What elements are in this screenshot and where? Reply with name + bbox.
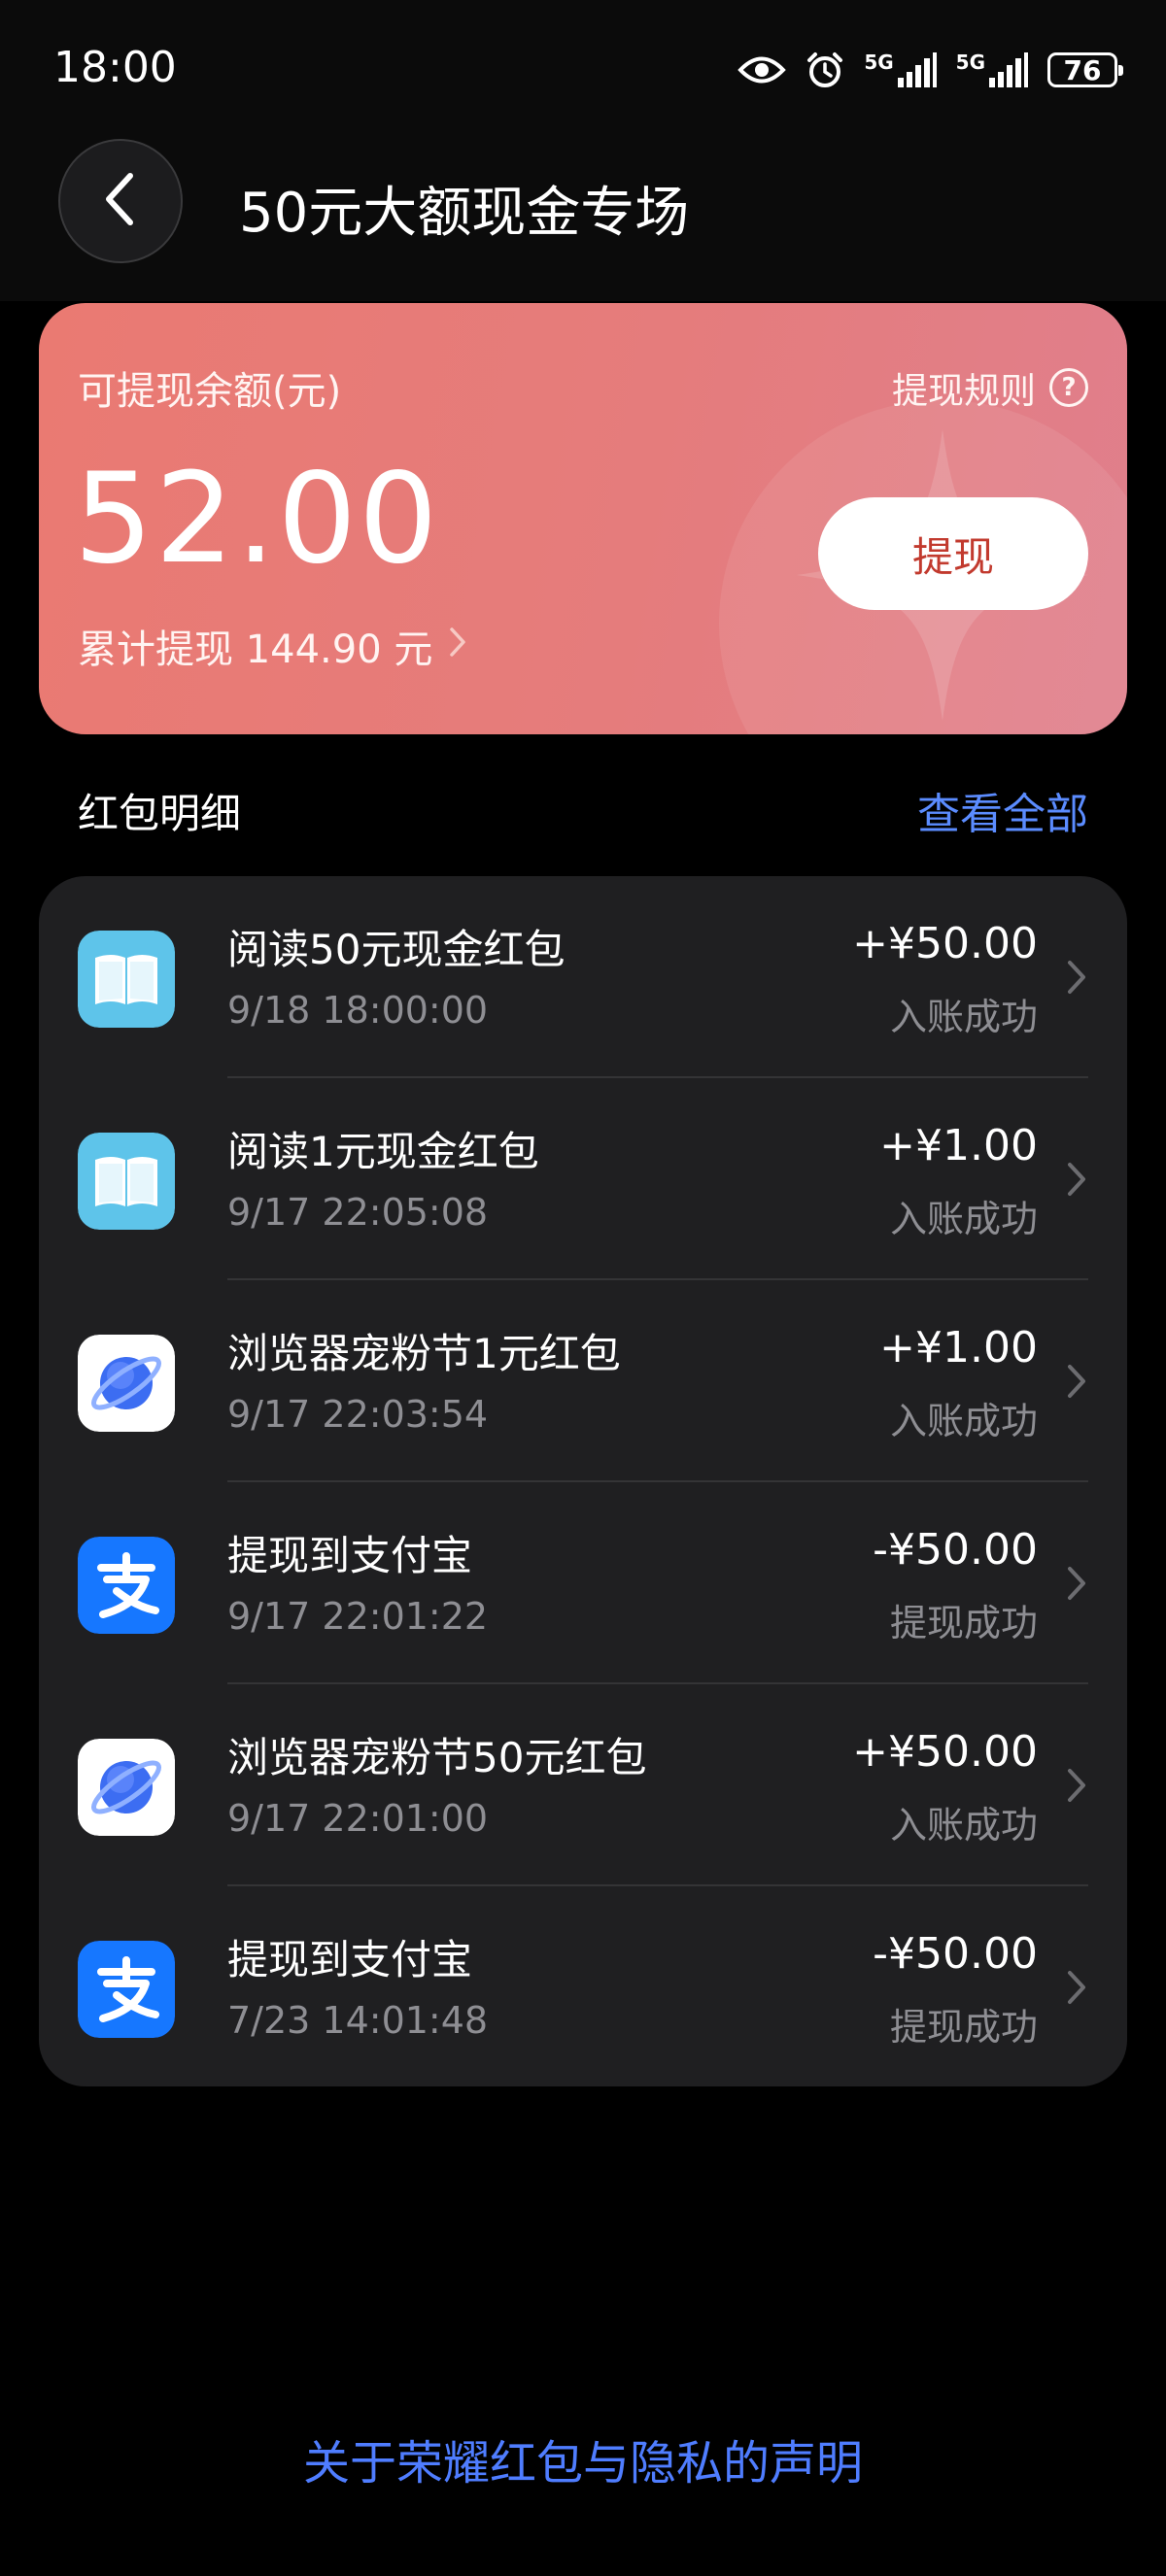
cumulative-withdraw-link[interactable]: 累计提现 144.90 元	[78, 618, 467, 674]
status-icons: 5G 5G 76	[737, 51, 1123, 89]
signal-2-label: 5G	[955, 51, 985, 74]
eye-icon	[737, 53, 787, 86]
chevron-right-icon	[1065, 1564, 1088, 1607]
item-time: 9/17 22:05:08	[227, 1191, 489, 1234]
item-time: 7/23 14:01:48	[227, 1999, 489, 2042]
withdraw-button[interactable]: 提现	[818, 497, 1088, 610]
back-button[interactable]	[58, 139, 183, 263]
signal-icon-2: 5G	[956, 52, 1028, 87]
item-amount: +¥1.00	[879, 1323, 1038, 1373]
status-time: 18:00	[53, 43, 177, 92]
item-status: 入账成功	[889, 996, 1038, 1038]
battery-icon: 76	[1047, 52, 1123, 87]
item-title: 浏览器宠粉节50元红包	[227, 1734, 647, 1781]
alarm-icon	[806, 51, 844, 89]
item-amount: -¥50.00	[873, 1525, 1038, 1575]
item-status: 入账成功	[889, 1804, 1038, 1847]
chevron-right-icon	[1065, 958, 1088, 1000]
item-title: 阅读1元现金红包	[227, 1128, 539, 1175]
list-item[interactable]: 提现到支付宝 9/17 22:01:22 -¥50.00 提现成功	[39, 1482, 1127, 1684]
chevron-right-icon	[1065, 1160, 1088, 1203]
book-icon	[78, 1133, 175, 1230]
chevron-right-icon	[1065, 1766, 1088, 1809]
cumulative-withdraw-text: 累计提现 144.90 元	[78, 627, 433, 672]
item-time: 9/17 22:03:54	[227, 1393, 489, 1436]
item-status: 入账成功	[889, 1400, 1038, 1442]
item-amount: +¥50.00	[852, 1727, 1038, 1777]
book-icon	[78, 931, 175, 1028]
item-status: 提现成功	[889, 2006, 1038, 2049]
privacy-statement-link[interactable]: 关于荣耀红包与隐私的声明	[0, 2424, 1166, 2492]
item-time: 9/17 22:01:22	[227, 1595, 489, 1638]
question-circle-icon: ?	[1049, 368, 1088, 407]
item-title: 提现到支付宝	[227, 1532, 473, 1579]
item-title: 浏览器宠粉节1元红包	[227, 1330, 621, 1377]
item-time: 9/17 22:01:00	[227, 1797, 489, 1840]
item-time: 9/18 18:00:00	[227, 989, 489, 1032]
page-title: 50元大额现金专场	[239, 182, 690, 245]
item-title: 阅读50元现金红包	[227, 926, 566, 973]
chevron-right-icon	[1065, 1362, 1088, 1405]
view-all-link[interactable]: 查看全部	[917, 779, 1088, 841]
status-bar: 18:00 5G 5G 76	[0, 0, 1166, 146]
alipay-icon	[78, 1941, 175, 2038]
list-item[interactable]: 提现到支付宝 7/23 14:01:48 -¥50.00 提现成功	[39, 1886, 1127, 2086]
item-title: 提现到支付宝	[227, 1936, 473, 1983]
chevron-left-icon	[101, 170, 140, 232]
balance-label: 可提现余额(元)	[78, 369, 342, 414]
balance-amount: 52.00	[74, 447, 440, 592]
chevron-right-icon	[448, 624, 467, 668]
item-status: 入账成功	[889, 1198, 1038, 1240]
list-item[interactable]: 阅读1元现金红包 9/17 22:05:08 +¥1.00 入账成功	[39, 1078, 1127, 1280]
item-amount: +¥50.00	[852, 919, 1038, 968]
alipay-icon	[78, 1537, 175, 1634]
item-amount: -¥50.00	[873, 1929, 1038, 1979]
chevron-right-icon	[1065, 1968, 1088, 2011]
browser-planet-icon	[78, 1335, 175, 1432]
item-amount: +¥1.00	[879, 1121, 1038, 1170]
balance-card: 可提现余额(元) 提现规则 ? 52.00 提现 累计提现 144.90 元	[39, 303, 1127, 734]
red-packet-detail-list: 阅读50元现金红包 9/18 18:00:00 +¥50.00 入账成功 阅读1…	[39, 876, 1127, 2086]
signal-1-label: 5G	[864, 51, 894, 74]
list-item[interactable]: 阅读50元现金红包 9/18 18:00:00 +¥50.00 入账成功	[39, 876, 1127, 1078]
item-status: 提现成功	[889, 1602, 1038, 1644]
signal-icon-1: 5G	[864, 51, 937, 87]
withdraw-rules-label: 提现规则	[892, 370, 1036, 412]
withdraw-rules-link[interactable]: 提现规则 ?	[892, 361, 1088, 414]
section-title: 红包明细	[78, 790, 242, 837]
browser-planet-icon	[78, 1739, 175, 1836]
list-item[interactable]: 浏览器宠粉节1元红包 9/17 22:03:54 +¥1.00 入账成功	[39, 1280, 1127, 1482]
list-item[interactable]: 浏览器宠粉节50元红包 9/17 22:01:00 +¥50.00 入账成功	[39, 1684, 1127, 1886]
